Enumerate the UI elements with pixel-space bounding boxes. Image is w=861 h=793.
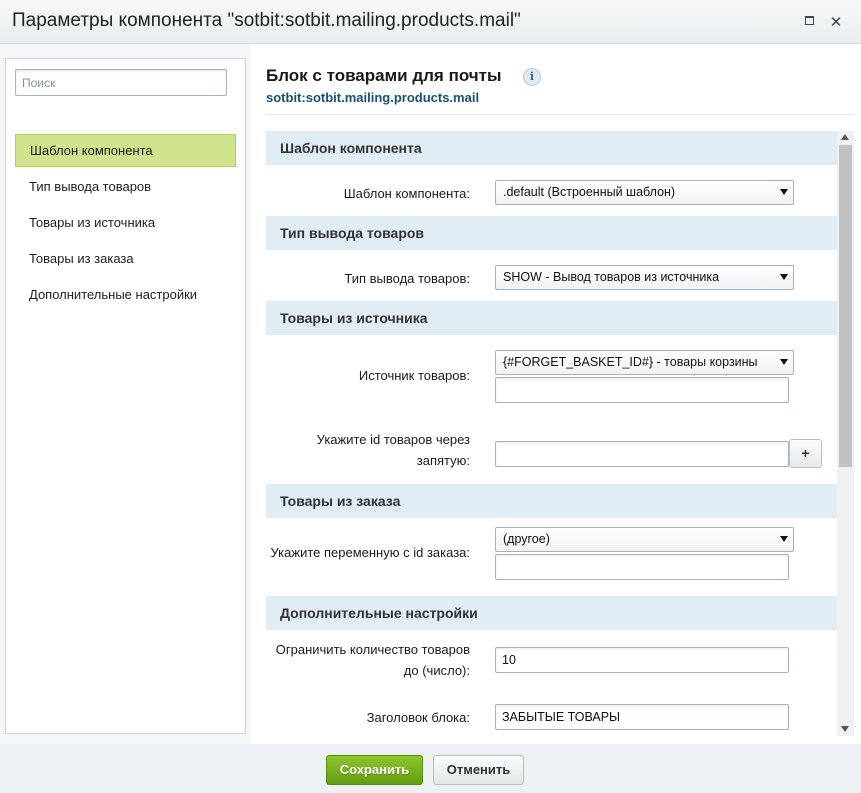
source-select[interactable]: {#FORGET_BASKET_ID#} - товары корзины — [495, 350, 794, 375]
output-type-select[interactable]: SHOW - Вывод товаров из источника — [495, 265, 794, 290]
save-button[interactable]: Сохранить — [326, 755, 423, 785]
divider — [266, 114, 854, 115]
component-title: Блок с товарами для почты — [266, 66, 502, 85]
dialog-body: Шаблон компонента Тип вывода товаров Тов… — [0, 44, 861, 744]
template-select[interactable]: .default (Встроенный шаблон) — [495, 180, 794, 205]
output-type-label: Тип вывода товаров: — [344, 271, 470, 286]
limit-input[interactable]: 10 — [495, 647, 789, 673]
search-input[interactable] — [15, 69, 227, 96]
settings-form: Шаблон компонента Шаблон компонента: .de… — [266, 131, 837, 736]
order-var-select-value: (другое) — [503, 532, 550, 546]
sidebar-item-order[interactable]: Товары из заказа — [15, 242, 236, 275]
section-extra: Дополнительные настройки — [266, 596, 837, 630]
chevron-down-icon — [780, 189, 788, 195]
sidebar-item-output-type[interactable]: Тип вывода товаров — [15, 170, 236, 203]
chevron-down-icon — [780, 274, 788, 280]
sidebar-item-template[interactable]: Шаблон компонента — [15, 134, 236, 167]
ids-label: Укажите id товаров через запятую: — [266, 429, 470, 471]
maximize-button[interactable] — [800, 13, 818, 31]
section-order: Товары из заказа — [266, 484, 837, 518]
window-title: Параметры компонента "sotbit:sotbit.mail… — [12, 10, 521, 31]
main-panel: Блок с товарами для почты i sotbit:sotbi… — [250, 44, 861, 744]
chevron-down-icon — [780, 536, 788, 542]
cancel-button[interactable]: Отменить — [433, 755, 524, 785]
section-output-type: Тип вывода товаров — [266, 216, 837, 250]
info-icon[interactable]: i — [523, 68, 541, 86]
scroll-thumb[interactable] — [839, 145, 852, 467]
scrollbar[interactable] — [837, 131, 854, 736]
limit-label-line1: Ограничить количество товаров — [275, 642, 470, 657]
maximize-icon — [804, 16, 814, 25]
sidebar-nav: Шаблон компонента Тип вывода товаров Тов… — [15, 134, 236, 314]
section-source: Товары из источника — [266, 301, 837, 335]
source-label: Источник товаров: — [358, 368, 470, 383]
component-code: sotbit:sotbit.mailing.products.mail — [266, 90, 480, 105]
order-var-label: Укажите переменную с id заказа: — [270, 545, 471, 560]
product-ids-input[interactable] — [495, 441, 789, 467]
sidebar: Шаблон компонента Тип вывода товаров Тов… — [5, 58, 246, 734]
template-label: Шаблон компонента: — [343, 186, 470, 201]
source-select-value: {#FORGET_BASKET_ID#} - товары корзины — [503, 355, 758, 369]
add-field-button[interactable]: + — [789, 439, 822, 468]
section-template: Шаблон компонента — [266, 131, 837, 165]
dialog-footer: Сохранить Отменить — [0, 744, 861, 793]
chevron-down-icon — [780, 359, 788, 365]
ids-label-line2: запятую: — [416, 453, 470, 468]
block-title-input[interactable]: ЗАБЫТЫЕ ТОВАРЫ — [495, 704, 789, 730]
close-icon: ✕ — [829, 13, 843, 31]
template-select-value: .default (Встроенный шаблон) — [503, 185, 676, 199]
close-button[interactable]: ✕ — [827, 13, 845, 31]
output-type-select-value: SHOW - Вывод товаров из источника — [503, 270, 720, 284]
scroll-up-icon[interactable] — [841, 134, 849, 140]
limit-label-line2: до (число): — [403, 663, 470, 678]
limit-label: Ограничить количество товаров до (число)… — [266, 639, 470, 681]
sidebar-item-source[interactable]: Товары из источника — [15, 206, 236, 239]
source-custom-input[interactable] — [495, 377, 789, 403]
order-var-custom-input[interactable] — [495, 554, 789, 580]
scroll-down-icon[interactable] — [841, 726, 849, 732]
ids-label-line1: Укажите id товаров через — [316, 432, 470, 447]
order-var-select[interactable]: (другое) — [495, 527, 794, 552]
block-title-label: Заголовок блока: — [366, 710, 470, 725]
sidebar-item-extra[interactable]: Дополнительные настройки — [15, 278, 236, 311]
title-bar: Параметры компонента "sotbit:sotbit.mail… — [0, 0, 861, 44]
